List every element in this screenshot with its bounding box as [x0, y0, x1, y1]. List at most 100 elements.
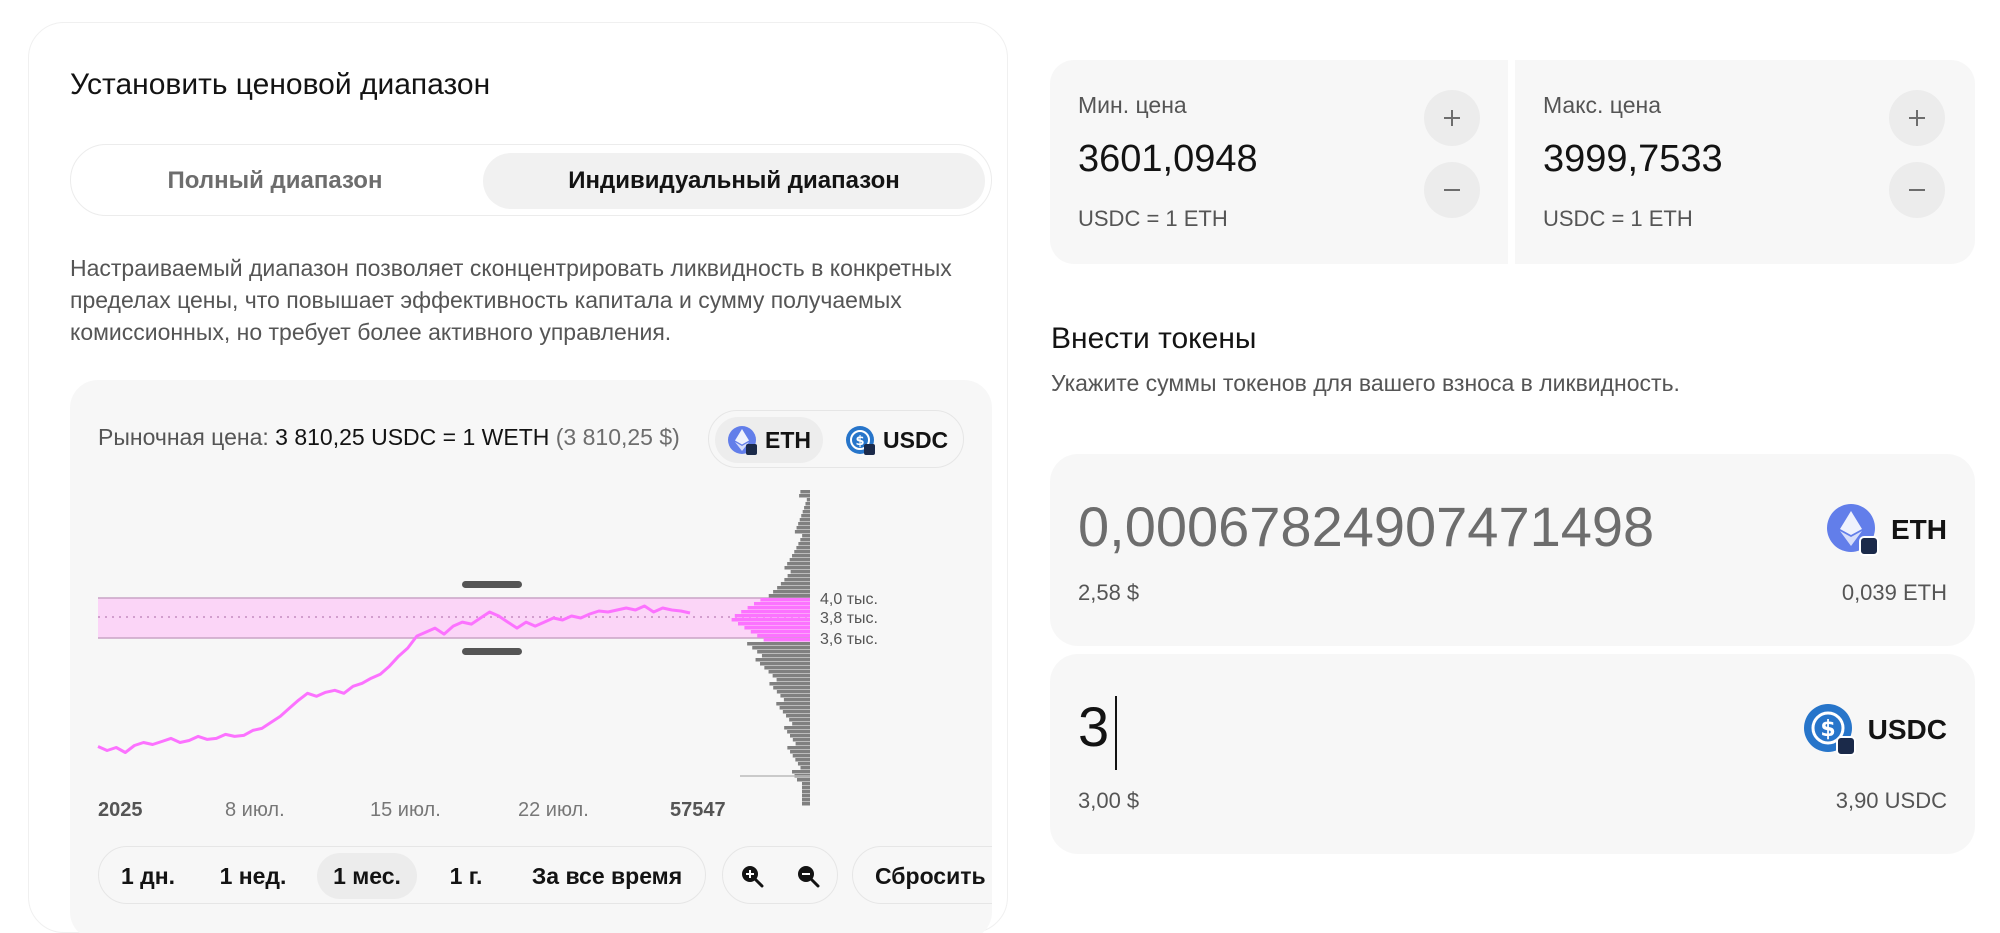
liquidity-bar [760, 598, 810, 602]
liquidity-bar [799, 494, 810, 498]
market-price-value: 3 810,25 USDC = 1 WETH [275, 424, 550, 450]
min-price-decrease-button[interactable] [1424, 162, 1480, 218]
usdc-amount-usd: 3,00 $ [1078, 788, 1140, 813]
time-1m-button[interactable]: 1 мес. [317, 853, 417, 899]
liquidity-bar [800, 766, 810, 770]
liquidity-bar [798, 522, 810, 526]
liquidity-bar [772, 674, 810, 678]
usdc-icon: $ [1803, 704, 1856, 756]
eth-amount-box: 2,58 $ 0,039 ETH ETH [1050, 454, 1975, 646]
usdc-amount-input[interactable] [1078, 694, 1778, 759]
liquidity-bar [754, 602, 810, 606]
min-price-value[interactable]: 3601,0948 [1078, 138, 1258, 181]
reset-control: Сбросить [852, 846, 992, 904]
eth-token-badge: ETH [1827, 504, 1947, 556]
liquidity-bar [796, 546, 810, 550]
liquidity-bar [794, 550, 810, 554]
liquidity-bar [786, 714, 810, 718]
liquidity-bar [764, 666, 810, 670]
liquidity-bar [789, 718, 810, 722]
range-description: Настраиваемый диапазон позволяет сконцен… [70, 255, 952, 345]
full-range-tab[interactable]: Полный диапазон [79, 153, 471, 209]
max-price-increase-button[interactable] [1889, 90, 1945, 146]
deposit-title: Внести токены [1051, 322, 1257, 355]
liquidity-bar [738, 622, 810, 626]
max-price-decrease-button[interactable] [1889, 162, 1945, 218]
liquidity-bar [790, 750, 810, 754]
liquidity-bar [802, 790, 810, 794]
text-cursor [1115, 696, 1117, 770]
liquidity-bar [741, 610, 810, 614]
svg-text:$: $ [855, 434, 864, 449]
token-switch-usdc-label: USDC [883, 426, 949, 453]
time-1d-button[interactable]: 1 дн. [107, 853, 189, 899]
min-price-increase-button[interactable] [1424, 90, 1480, 146]
time-all-button[interactable]: За все время [515, 853, 699, 899]
liquidity-bar [780, 694, 810, 698]
max-price-box: Макс. цена 3999,7533 USDC = 1 ETH [1515, 60, 1975, 264]
liquidity-bar [799, 518, 810, 522]
usdc-token-label: USDC [1867, 714, 1947, 745]
liquidity-bar [800, 490, 810, 494]
zoom-controls [722, 846, 838, 904]
y-tick-label: 3,6 тыс. [820, 631, 878, 648]
usdc-balance[interactable]: 3,90 USDC [1836, 788, 1947, 814]
custom-range-tab[interactable]: Индивидуальный диапазон [483, 153, 985, 209]
liquidity-bar [747, 606, 810, 610]
zoom-in-button[interactable] [729, 853, 775, 899]
liquidity-bar [768, 594, 810, 598]
liquidity-bar [787, 730, 810, 734]
liquidity-bar [784, 566, 810, 570]
min-price-box: Мин. цена 3601,0948 USDC = 1 ETH [1050, 60, 1508, 264]
liquidity-bar [802, 794, 810, 798]
reset-button[interactable]: Сбросить [875, 853, 986, 899]
liquidity-bar [757, 650, 810, 654]
market-price: Рыночная цена: 3 810,25 USDC = 1 WETH (3… [98, 424, 680, 451]
x-tick-label: 22 июл. [518, 799, 589, 821]
liquidity-bar [752, 646, 810, 650]
x-axis-labels: 2025 8 июл. 15 июл. 22 июл. 57547 [98, 799, 726, 821]
liquidity-bar [776, 678, 810, 682]
liquidity-bar [744, 626, 810, 630]
zoom-out-icon [798, 866, 820, 888]
liquidity-bar [795, 758, 810, 762]
liquidity-bar [769, 682, 810, 686]
minus-icon [1444, 189, 1460, 191]
plus-icon [1909, 110, 1925, 126]
x-tick-label: 8 июл. [225, 799, 285, 821]
min-price-label: Мин. цена [1078, 92, 1187, 118]
liquidity-bar [802, 798, 810, 802]
token-switch: ETH $ USDC [708, 410, 964, 468]
liquidity-bar [763, 638, 810, 642]
token-switch-usdc[interactable]: $ USDC [833, 417, 960, 463]
liquidity-bar [750, 630, 810, 634]
eth-icon [1827, 504, 1879, 556]
liquidity-bar [734, 614, 810, 618]
token-switch-eth-label: ETH [765, 426, 811, 453]
eth-balance[interactable]: 0,039 ETH [1842, 580, 1947, 606]
price-range-title: Установить ценовой диапазон [70, 68, 491, 101]
liquidity-bar [731, 618, 810, 622]
liquidity-bar [776, 690, 810, 694]
minus-icon [1909, 189, 1925, 191]
liquidity-bar [787, 746, 810, 750]
time-1w-button[interactable]: 1 нед. [203, 853, 303, 899]
liquidity-bar [796, 526, 810, 530]
liquidity-bar [747, 642, 810, 646]
chart-panel: Рыночная цена: 3 810,25 USDC = 1 WETH (3… [70, 380, 992, 933]
price-chart[interactable]: 4,0 тыс. 3,8 тыс. 3,6 тыс. 2025 8 июл. 15 ию… [70, 480, 992, 840]
min-price-unit: USDC = 1 ETH [1078, 206, 1228, 231]
liquidity-bar [802, 802, 810, 806]
market-price-label: Рыночная цена: [98, 424, 269, 450]
token-switch-eth[interactable]: ETH [715, 417, 823, 463]
eth-amount-input[interactable] [1078, 494, 1778, 559]
liquidity-bar [776, 702, 810, 706]
liquidity-bar [773, 686, 810, 690]
liquidity-bar [796, 778, 810, 782]
max-price-value[interactable]: 3999,7533 [1543, 138, 1723, 181]
x-tick-label: 57547 [670, 799, 726, 821]
liquidity-bar [760, 662, 810, 666]
time-1y-button[interactable]: 1 г. [431, 853, 501, 899]
zoom-out-button[interactable] [785, 853, 831, 899]
liquidity-bar [773, 590, 810, 594]
